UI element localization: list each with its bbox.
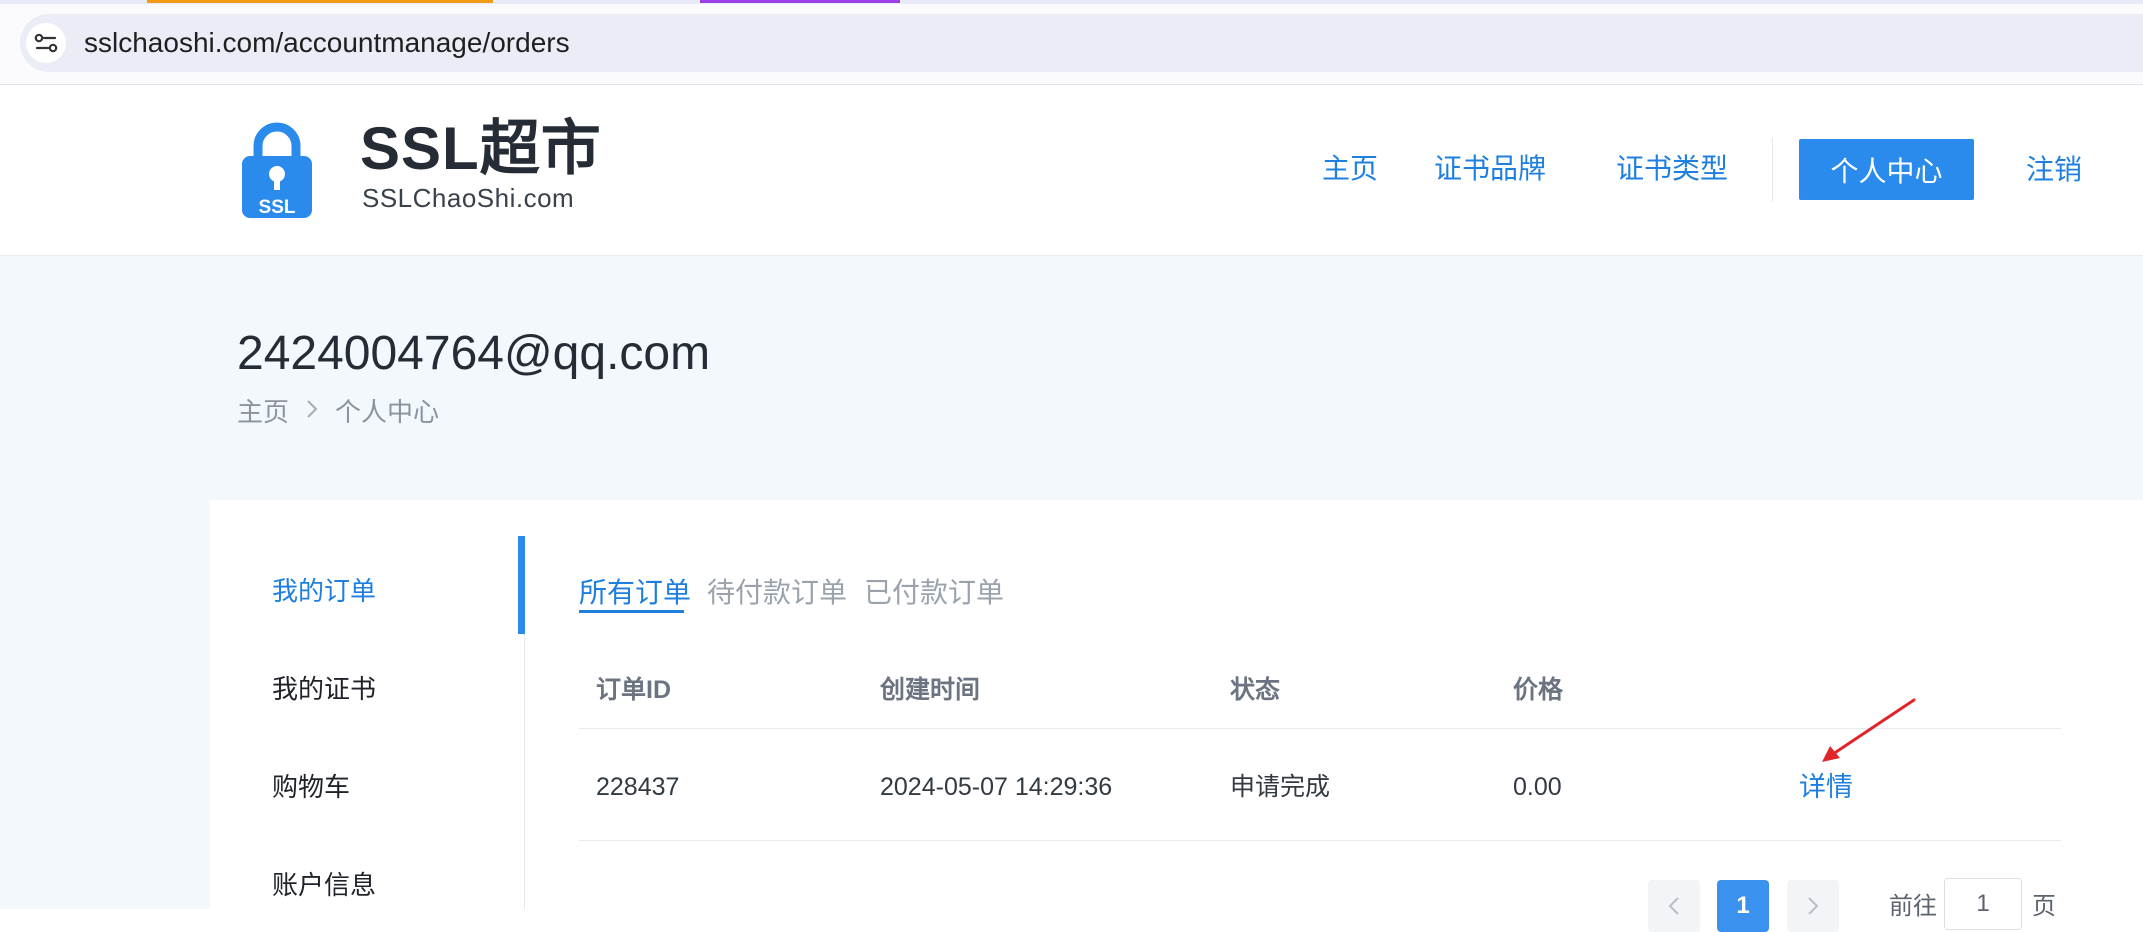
tab-indicator-purple xyxy=(700,0,900,3)
nav-logout[interactable]: 注销 xyxy=(2026,150,2082,190)
chevron-right-icon[interactable] xyxy=(1787,880,1839,932)
order-status-cell: 申请完成 xyxy=(1230,773,1331,801)
tab-indicator-orange xyxy=(147,0,493,3)
breadcrumb-current: 个人中心 xyxy=(335,397,440,427)
breadcrumb: 主页 个人中心 xyxy=(237,394,439,430)
order-id-cell: 228437 xyxy=(596,773,680,801)
goto-prefix-label: 前往 xyxy=(1889,893,1937,920)
brand-name[interactable]: SSL超市 xyxy=(360,116,602,182)
nav-cert-types[interactable]: 证书类型 xyxy=(1616,149,1728,189)
chevron-left-icon[interactable] xyxy=(1648,880,1700,932)
user-email-title: 2424004764@qq.com xyxy=(237,327,711,380)
order-details-link[interactable]: 详情 xyxy=(1799,769,1853,805)
brand-domain: SSLChaoShi.com xyxy=(362,183,575,213)
tune-icon[interactable] xyxy=(26,23,66,63)
padlock-icon[interactable]: SSL xyxy=(238,118,316,225)
goto-page-input[interactable] xyxy=(1944,878,2022,930)
logo-lock-text: SSL xyxy=(259,197,296,218)
tab-pending-payment[interactable]: 待付款订单 xyxy=(707,573,847,613)
nav-divider xyxy=(1772,138,1773,202)
table-row-divider xyxy=(579,840,2061,841)
sidebar-item-cart[interactable]: 购物车 xyxy=(272,769,350,805)
sidebar-active-indicator xyxy=(518,536,525,634)
nav-account-button[interactable]: 个人中心 xyxy=(1799,139,1974,200)
sidebar-item-my-certificates[interactable]: 我的证书 xyxy=(272,671,376,707)
nav-cert-brands[interactable]: 证书品牌 xyxy=(1434,149,1546,189)
column-header-created-time: 创建时间 xyxy=(880,676,981,704)
column-header-status: 状态 xyxy=(1230,676,1281,704)
url-text[interactable]: sslchaoshi.com/accountmanage/orders xyxy=(84,24,570,62)
annotation-arrow-icon xyxy=(1818,696,1918,771)
breadcrumb-home[interactable]: 主页 xyxy=(237,394,289,430)
tab-paid-orders[interactable]: 已付款订单 xyxy=(864,573,1004,613)
chevron-right-icon xyxy=(306,394,318,430)
column-header-order-id: 订单ID xyxy=(596,676,672,704)
order-created-cell: 2024-05-07 14:29:36 xyxy=(880,773,1113,801)
tab-active-underline xyxy=(579,610,684,613)
sidebar-item-account-info[interactable]: 账户信息 xyxy=(272,867,376,903)
page-button-current[interactable]: 1 xyxy=(1717,880,1769,932)
goto-suffix-label: 页 xyxy=(2032,893,2056,920)
sidebar-item-my-orders[interactable]: 我的订单 xyxy=(272,573,376,609)
nav-home[interactable]: 主页 xyxy=(1322,149,1378,189)
tab-all-orders[interactable]: 所有订单 xyxy=(579,573,691,613)
column-header-price: 价格 xyxy=(1513,676,1564,704)
order-price-cell: 0.00 xyxy=(1513,773,1562,801)
